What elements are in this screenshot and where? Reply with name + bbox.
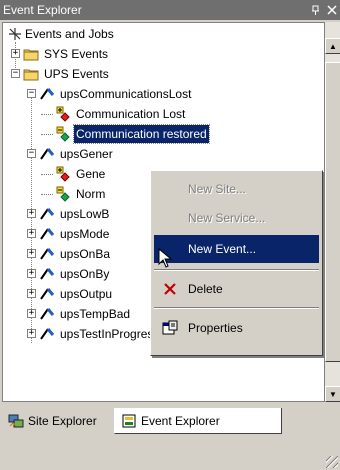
mouse-cursor-icon (158, 247, 174, 270)
menu-separator (154, 307, 319, 309)
collapse-icon[interactable]: − (27, 149, 36, 158)
tree-item-label: Gene (76, 167, 106, 181)
restore-icon (55, 126, 71, 142)
properties-icon (162, 320, 178, 336)
tree-item[interactable]: upsGener (39, 144, 115, 164)
tree-item-label: upsLowB (60, 207, 110, 221)
scroll-up-button[interactable]: ▲ (325, 38, 340, 54)
event-icon (39, 326, 55, 342)
tree-item[interactable]: upsOnBa (39, 244, 112, 264)
tree-line (31, 93, 32, 343)
event-icon (39, 206, 55, 222)
tab-site-explorer-label: Site Explorer (28, 414, 97, 428)
menu-new-service-label: New Service... (188, 211, 266, 225)
event-icon (39, 266, 55, 282)
panel-title: Event Explorer (3, 3, 82, 17)
tree-item-label: upsCommunicationsLost (60, 87, 192, 101)
menu-delete[interactable]: Delete (154, 275, 319, 303)
tab-site-explorer[interactable]: Site Explorer (2, 408, 112, 434)
tree-item[interactable]: upsOnBy (39, 264, 111, 284)
tab-event-explorer[interactable]: Event Explorer (114, 408, 282, 434)
tree-item[interactable]: Communication restored (55, 124, 210, 144)
event-icon (39, 86, 55, 102)
close-icon[interactable] (324, 2, 340, 18)
expand-icon[interactable]: + (27, 329, 36, 338)
tree-line (41, 114, 53, 115)
explorer-tabs: Site Explorer Event Explorer (0, 402, 340, 436)
tab-event-explorer-label: Event Explorer (141, 413, 220, 428)
tree-item-label: upsOnBy (60, 267, 110, 281)
tree-item[interactable]: UPS Events (23, 64, 111, 84)
menu-new-site-label: New Site... (188, 182, 247, 196)
collapse-icon[interactable]: − (11, 69, 20, 78)
restore-icon (55, 186, 71, 202)
status-bar (0, 436, 340, 470)
collapse-icon[interactable]: − (27, 89, 36, 98)
resize-grip-icon[interactable] (326, 456, 338, 468)
menu-new-event[interactable]: New Event... (154, 235, 319, 263)
event-icon (39, 306, 55, 322)
expand-icon[interactable]: + (27, 249, 36, 258)
tree-item[interactable]: Communication Lost (55, 104, 187, 124)
expand-icon[interactable]: + (11, 49, 20, 58)
tree-item-label: upsOutpu (60, 287, 113, 301)
tree-item[interactable]: upsOutpu (39, 284, 114, 304)
tree-item-label: upsGener (60, 147, 113, 161)
event-icon (39, 146, 55, 162)
expand-icon[interactable]: + (27, 229, 36, 238)
tree-line (41, 194, 53, 195)
site-explorer-icon (8, 413, 24, 429)
tree-item-label: Communication restored (73, 124, 210, 144)
tree-item[interactable]: upsTestInProgress (39, 324, 161, 344)
menu-properties[interactable]: Properties (154, 314, 319, 342)
tree-item-label: UPS Events (44, 67, 109, 81)
tree-line (41, 134, 53, 135)
tree-item[interactable]: upsMode (39, 224, 111, 244)
menu-properties-label: Properties (188, 321, 243, 335)
tree-root-label: Events and Jobs (25, 27, 114, 41)
alarm-icon (55, 106, 71, 122)
tree-item-label: upsMode (60, 227, 110, 241)
expand-icon[interactable]: + (27, 309, 36, 318)
tree-item-label: upsTempBad (60, 307, 131, 321)
expand-icon[interactable]: + (27, 209, 36, 218)
tree-item[interactable]: upsTempBad (39, 304, 132, 324)
tree-item-label: upsTestInProgress (60, 327, 160, 341)
event-icon (39, 246, 55, 262)
pin-icon[interactable] (308, 2, 324, 18)
tree-item-label: SYS Events (44, 47, 109, 61)
folder-icon (23, 66, 39, 82)
tree-item[interactable]: upsCommunicationsLost (39, 84, 193, 104)
event-icon (39, 286, 55, 302)
menu-separator (154, 269, 319, 271)
menu-new-event-label: New Event... (188, 242, 257, 256)
context-menu: New Site... New Service... New Event... … (150, 170, 323, 356)
tree-item-label: upsOnBa (60, 247, 111, 261)
events-root-icon (7, 26, 23, 42)
expand-icon[interactable]: + (27, 289, 36, 298)
event-icon (39, 226, 55, 242)
tree-line (41, 174, 53, 175)
scroll-down-button[interactable]: ▼ (325, 386, 340, 402)
event-explorer-icon (121, 413, 137, 429)
tree-item-label: Communication Lost (76, 107, 186, 121)
tree-item[interactable]: SYS Events (23, 44, 110, 64)
alarm-icon (55, 166, 71, 182)
tree-scrollbar[interactable]: ▲ ▼ (325, 22, 340, 402)
menu-new-site: New Site... (154, 175, 319, 203)
panel-titlebar: Event Explorer (0, 0, 340, 20)
tree-item-label: Norm (76, 187, 106, 201)
expand-icon[interactable]: + (27, 269, 36, 278)
menu-new-service: New Service... (154, 204, 319, 232)
folder-icon (23, 46, 39, 62)
scroll-thumb[interactable] (325, 62, 340, 362)
delete-icon (162, 281, 178, 297)
menu-delete-label: Delete (188, 282, 223, 296)
tree-root[interactable]: Events and Jobs (7, 24, 116, 44)
tree-item[interactable]: upsLowB (39, 204, 111, 224)
tree-item[interactable]: Gene (55, 164, 107, 184)
tree-item[interactable]: Norm (55, 184, 107, 204)
